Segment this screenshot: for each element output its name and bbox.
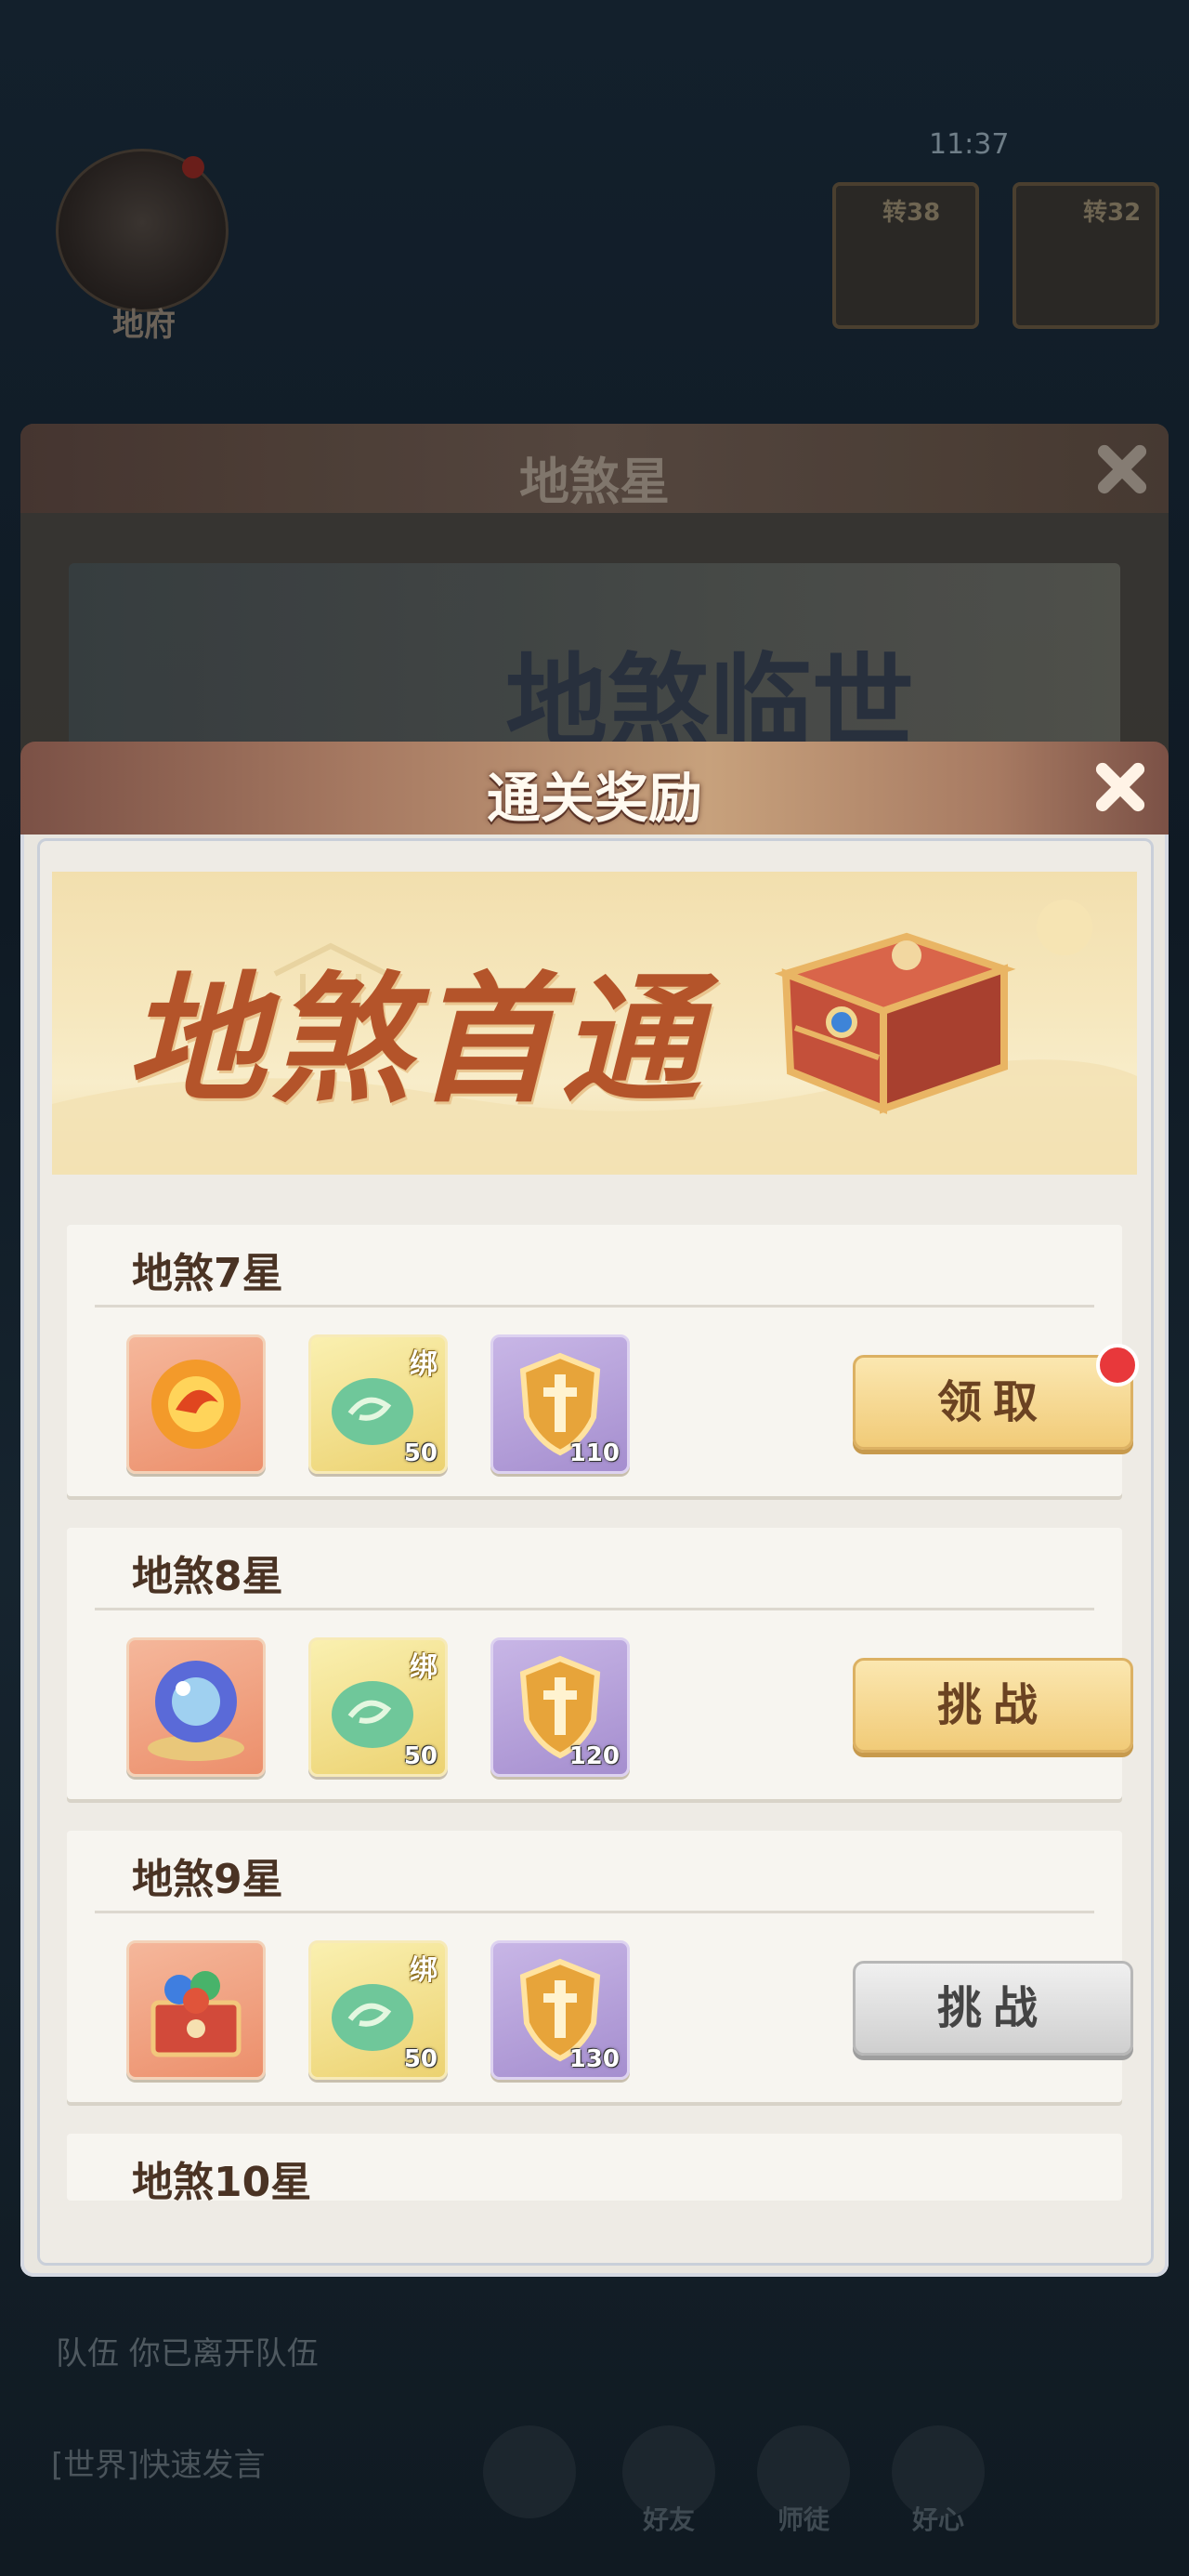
reward-row-9-star: 地煞9星 绑 50 130 挑战 <box>67 1831 1133 2102</box>
reward-item-sword-shield[interactable]: 130 <box>490 1940 630 2080</box>
bound-tag: 绑 <box>410 1954 438 1987</box>
reward-modal: 通关奖励 地煞首通 地煞7星 绑 50 110 领取 地煞8星 绑 50 120… <box>20 742 1169 2277</box>
row-divider <box>95 1911 1094 1913</box>
dock-label-kindness: 好心 <box>911 2504 964 2535</box>
world-chat-input[interactable]: [世界]快速发言 <box>51 2439 266 2485</box>
item-count: 110 <box>568 1439 620 1467</box>
row-divider <box>95 1608 1094 1610</box>
bound-tag: 绑 <box>410 1651 438 1684</box>
home-label: 地府 <box>112 307 176 344</box>
row-title: 地煞9星 <box>132 1856 283 1903</box>
modal-header: 通关奖励 <box>20 742 1169 835</box>
challenge-button-disabled[interactable]: 挑战 <box>853 1961 1133 2056</box>
reward-item-sword-shield[interactable]: 110 <box>490 1334 630 1474</box>
first-clear-banner: 地煞首通 <box>52 872 1137 1175</box>
close-icon[interactable] <box>1083 749 1157 823</box>
reward-item-fire-orb[interactable] <box>126 1334 266 1474</box>
dock-label-mentor: 师徒 <box>777 2504 830 2535</box>
reward-row-8-star: 地煞8星 绑 50 120 挑战 <box>67 1528 1133 1799</box>
reward-row-7-star: 地煞7星 绑 50 110 领取 <box>67 1225 1139 1496</box>
row-title: 地煞7星 <box>132 1250 283 1297</box>
companion-portrait-1[interactable]: 转38 <box>832 182 979 329</box>
back-panel-title: 地煞星 <box>519 452 670 511</box>
reward-item-jade-cloud[interactable]: 绑 50 <box>308 1334 448 1474</box>
notification-dot <box>1096 1344 1139 1387</box>
item-count: 50 <box>403 1742 438 1770</box>
item-count: 130 <box>568 2045 620 2073</box>
back-close-icon[interactable] <box>1085 431 1159 506</box>
reward-item-gem-chest[interactable] <box>126 1940 266 2080</box>
item-count: 50 <box>403 2045 438 2073</box>
portrait-1-level: 转38 <box>882 199 941 227</box>
reward-item-sword-shield[interactable]: 120 <box>490 1637 630 1777</box>
fire-orb-icon <box>151 1360 241 1449</box>
item-count: 120 <box>568 1742 620 1770</box>
row-divider <box>95 1305 1094 1308</box>
bound-tag: 绑 <box>410 1348 438 1381</box>
reward-item-crystal-ball[interactable] <box>126 1637 266 1777</box>
crystal-ball-icon <box>148 1661 244 1761</box>
portrait-2-level: 转32 <box>1083 199 1142 227</box>
row-title: 地煞8星 <box>132 1553 283 1600</box>
item-count: 50 <box>403 1439 438 1467</box>
reward-item-jade-cloud[interactable]: 绑 50 <box>308 1940 448 2080</box>
reward-row-10-star: 地煞10星 <box>67 2134 1122 2206</box>
microphone-icon[interactable] <box>483 2425 576 2518</box>
modal-title: 通关奖励 <box>486 767 702 830</box>
treasure-chest-icon <box>774 932 1016 1114</box>
claim-button[interactable]: 领取 <box>853 1355 1133 1450</box>
companion-portrait-2[interactable]: 转32 <box>1013 182 1159 329</box>
row-title: 地煞10星 <box>132 2159 312 2206</box>
dock-label-friends: 好友 <box>642 2504 695 2535</box>
team-chat-line: 队伍 你已离开队伍 <box>56 2335 319 2372</box>
reward-item-jade-cloud[interactable]: 绑 50 <box>308 1637 448 1777</box>
gem-chest-icon <box>150 1971 242 2057</box>
notification-dot <box>182 156 204 178</box>
back-panel-header: 地煞星 <box>20 424 1169 513</box>
banner-title: 地煞首通 <box>126 958 707 1122</box>
status-time: 11:37 <box>929 128 1010 161</box>
challenge-button[interactable]: 挑战 <box>853 1658 1133 1753</box>
